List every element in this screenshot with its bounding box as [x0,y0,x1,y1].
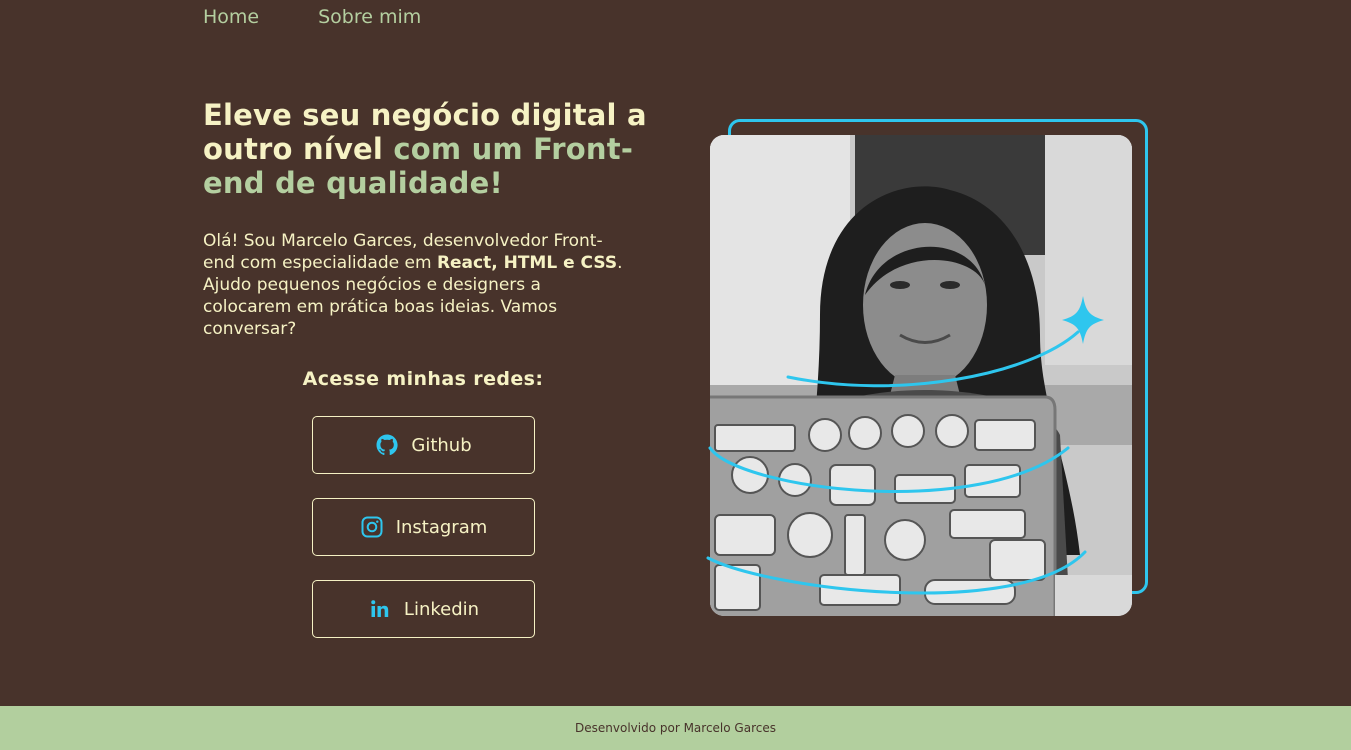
github-label: Github [411,434,472,456]
linkedin-button[interactable]: Linkedin [312,580,535,638]
linkedin-label: Linkedin [403,598,480,620]
instagram-label: Instagram [395,516,488,538]
footer-text: Desenvolvido por Marcelo Garces [575,721,776,735]
footer: Desenvolvido por Marcelo Garces [0,706,1351,750]
nav-home-link[interactable]: Home [203,6,259,28]
hero-title: Eleve seu negócio digital a outro nível … [203,98,663,200]
intro-text: Olá! Sou Marcelo Garces, desenvolvedor F… [203,230,633,340]
nav-about-link[interactable]: Sobre mim [318,6,421,28]
intro-skills: React, HTML e CSS [436,253,618,273]
linkedin-icon [368,597,392,621]
github-icon [375,433,399,457]
hero-photo [710,135,1132,616]
instagram-button[interactable]: Instagram [312,498,535,556]
social-title: Acesse minhas redes: [302,368,544,390]
main-nav: Home Sobre mim [203,6,421,28]
instagram-icon [360,515,384,539]
github-button[interactable]: Github [312,416,535,474]
